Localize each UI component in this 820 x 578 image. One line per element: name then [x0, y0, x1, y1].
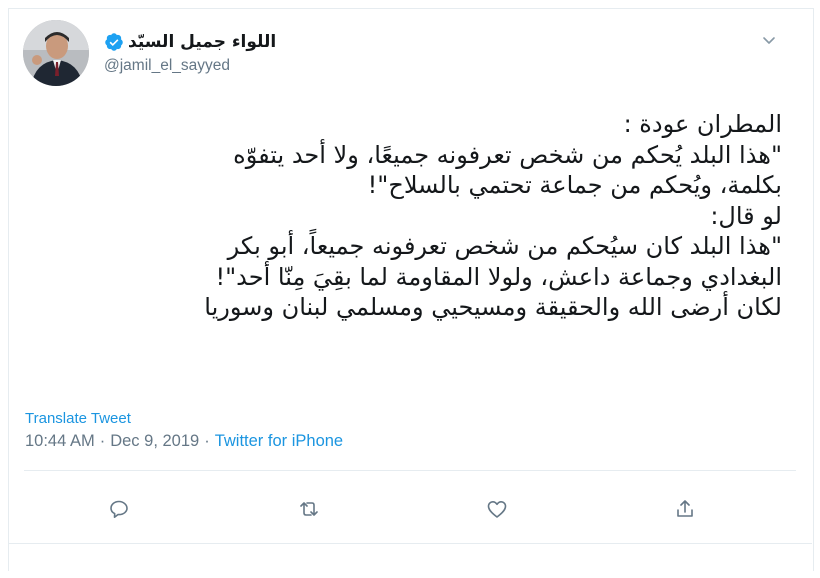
- tweet-text-line: "هذا البلد كان سيُحكم من شخص تعرفونه جمي…: [227, 232, 782, 260]
- like-button[interactable]: [483, 495, 511, 523]
- tweet-date[interactable]: Dec 9, 2019: [110, 432, 199, 451]
- author-name-row[interactable]: اللواء جميل السيّد: [104, 30, 276, 54]
- tweet-text-line: بكلمة، ويُحكم من جماعة تحتمي بالسلاح"!: [367, 171, 782, 199]
- tweet-time[interactable]: 10:44 AM: [25, 432, 95, 451]
- display-name[interactable]: اللواء جميل السيّد: [128, 32, 276, 52]
- tweet-text-line: لكان أرضى الله والحقيقة ومسيحيي ومسلمي ل…: [204, 293, 782, 321]
- meta-separator: ·: [204, 432, 210, 450]
- avatar[interactable]: [23, 20, 89, 86]
- tweet-source-link[interactable]: Twitter for iPhone: [215, 432, 343, 451]
- translate-tweet-link[interactable]: Translate Tweet: [25, 410, 131, 427]
- actions-divider: [24, 470, 796, 471]
- avatar-photo: [23, 20, 89, 86]
- tweet-text-line: البغدادي وجماعة داعش، ولولا المقاومة لما…: [215, 262, 783, 291]
- retweet-icon: [300, 502, 318, 516]
- heart-icon: [487, 501, 507, 518]
- share-icon: [677, 500, 693, 517]
- chevron-down-icon[interactable]: [760, 31, 778, 49]
- tweet-metadata: 10:44 AM · Dec 9, 2019 · Twitter for iPh…: [25, 432, 343, 451]
- card-bottom-border: [8, 543, 812, 544]
- retweet-button[interactable]: [295, 495, 323, 523]
- tweet-text-line: "هذا البلد يُحكم من شخص تعرفونه جميعًا، …: [233, 140, 782, 169]
- reply-button[interactable]: [105, 495, 133, 523]
- meta-separator: ·: [99, 432, 106, 450]
- tweet-text-line: لو قال:: [710, 201, 782, 230]
- tweet-text-line: المطران عودة :: [623, 110, 782, 138]
- share-button[interactable]: [671, 495, 699, 523]
- reply-icon: [110, 500, 128, 518]
- user-handle[interactable]: @jamil_el_sayyed: [104, 57, 230, 75]
- tweet-text: المطران عودة : "هذا البلد يُحكم من شخص ت…: [42, 109, 782, 323]
- verified-badge-icon: [104, 32, 124, 52]
